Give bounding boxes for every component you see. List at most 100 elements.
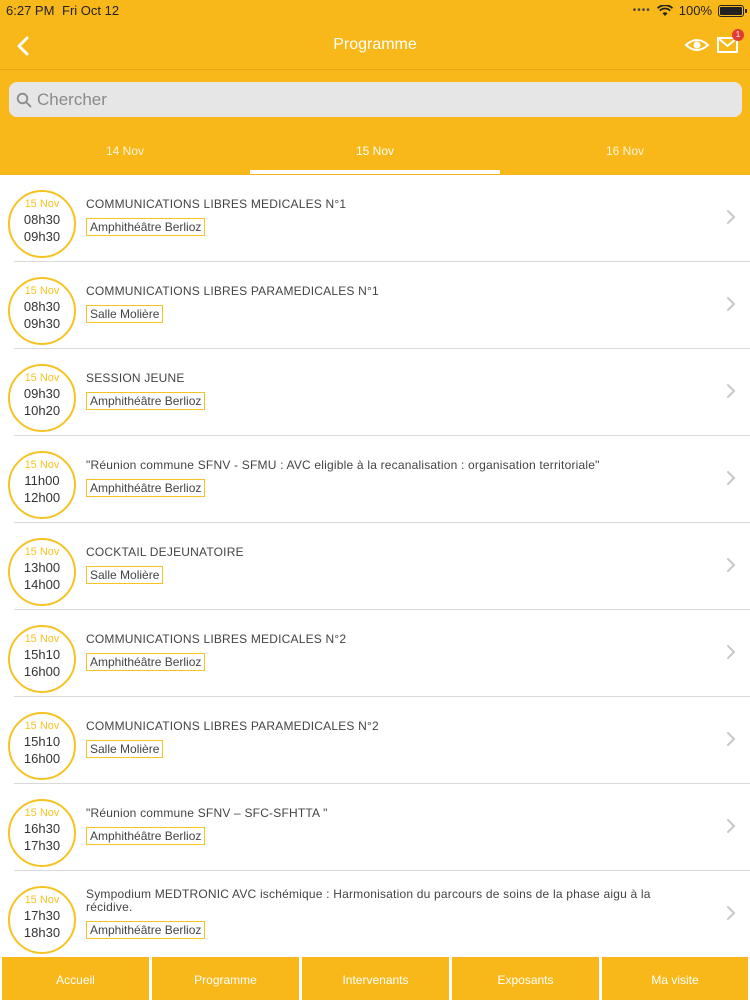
session-date: 15 Nov (24, 894, 60, 906)
page-title: Programme (333, 36, 417, 53)
chevron-right-icon (727, 558, 736, 572)
session-time-badge: 15 Nov 11h00 12h00 (8, 451, 76, 519)
tab-14-nov[interactable]: 14 Nov (0, 130, 250, 175)
session-row[interactable]: 15 Nov 09h30 10h20 SESSION JEUNE Amphith… (0, 349, 750, 436)
session-title: COMMUNICATIONS LIBRES MEDICALES N°2 (86, 632, 347, 646)
session-end: 12h00 (23, 490, 61, 505)
session-title: SESSION JEUNE (86, 371, 185, 385)
session-room: Salle Molière (86, 305, 164, 323)
session-room: Salle Molière (86, 566, 164, 584)
session-room: Amphithéâtre Berlioz (86, 653, 206, 671)
session-room: Amphithéâtre Berlioz (86, 218, 206, 236)
session-row[interactable]: 15 Nov 11h00 12h00 "Réunion commune SFNV… (0, 436, 750, 523)
session-end: 09h30 (23, 316, 61, 331)
session-title: "Réunion commune SFNV – SFC-SFHTTA " (86, 806, 328, 820)
status-indicators: •••• 100% (632, 3, 747, 18)
status-date: Fri Oct 12 (62, 3, 120, 18)
session-row[interactable]: 15 Nov 16h30 17h30 "Réunion commune SFNV… (0, 784, 750, 871)
tab-accueil[interactable]: Accueil (2, 957, 149, 1000)
session-row[interactable]: 15 Nov 08h30 09h30 COMMUNICATIONS LIBRES… (0, 175, 750, 262)
tab-exposants[interactable]: Exposants (452, 957, 599, 1000)
session-date: 15 Nov (24, 720, 60, 732)
day-tabs: 14 Nov 15 Nov 16 Nov (0, 130, 750, 175)
chevron-right-icon (727, 906, 736, 920)
session-row[interactable]: 15 Nov 17h30 18h30 Sympodium MEDTRONIC A… (0, 871, 750, 955)
session-date: 15 Nov (24, 372, 60, 384)
session-end: 16h00 (23, 751, 61, 766)
chevron-right-icon (727, 384, 736, 398)
session-title: Sympodium MEDTRONIC AVC ischémique : Har… (86, 887, 651, 914)
search-icon (16, 92, 32, 108)
tab-ma-visite[interactable]: Ma visite (602, 957, 748, 1000)
tab-16-nov[interactable]: 16 Nov (500, 130, 750, 175)
session-time-badge: 15 Nov 13h00 14h00 (8, 538, 76, 606)
session-time-badge: 15 Nov 17h30 18h30 (8, 886, 76, 954)
session-date: 15 Nov (24, 546, 60, 558)
session-end: 16h00 (23, 664, 61, 679)
session-title: COMMUNICATIONS LIBRES PARAMEDICALES N°1 (86, 284, 379, 298)
status-bar: 6:27 PM Fri Oct 12 •••• 100% (0, 0, 750, 22)
app-header: 6:27 PM Fri Oct 12 •••• 100% Programme 1… (0, 0, 750, 175)
session-room: Salle Molière (86, 740, 164, 758)
session-start: 13h00 (23, 560, 61, 575)
session-date: 15 Nov (24, 459, 60, 471)
session-date: 15 Nov (24, 807, 60, 819)
signal-dots-icon: •••• (632, 5, 651, 16)
session-start: 08h30 (23, 299, 61, 314)
chevron-right-icon (727, 210, 736, 224)
session-title: COMMUNICATIONS LIBRES MEDICALES N°1 (86, 197, 347, 211)
session-date: 15 Nov (24, 285, 60, 297)
session-row[interactable]: 15 Nov 13h00 14h00 COCKTAIL DEJEUNATOIRE… (0, 523, 750, 610)
session-room: Amphithéâtre Berlioz (86, 921, 206, 939)
nav-bar: Programme 1 (0, 22, 750, 70)
active-tab-indicator (250, 170, 500, 174)
messages-button[interactable]: 1 (716, 29, 744, 56)
session-end: 18h30 (23, 925, 61, 940)
status-time: 6:27 PM (6, 3, 55, 18)
session-time-badge: 15 Nov 16h30 17h30 (8, 799, 76, 867)
session-start: 09h30 (23, 386, 61, 401)
session-time-badge: 15 Nov 09h30 10h20 (8, 364, 76, 432)
notification-badge: 1 (732, 29, 744, 41)
chevron-right-icon (727, 297, 736, 311)
session-start: 08h30 (23, 212, 61, 227)
view-button[interactable] (684, 34, 710, 56)
session-date: 15 Nov (24, 198, 60, 210)
session-date: 15 Nov (24, 633, 60, 645)
eye-icon (684, 39, 710, 51)
session-start: 11h00 (24, 473, 60, 488)
chevron-right-icon (727, 645, 736, 659)
session-time-badge: 15 Nov 15h10 16h00 (8, 625, 76, 693)
session-start: 15h10 (23, 647, 61, 662)
session-title: "Réunion commune SFNV - SFMU : AVC eligi… (86, 458, 600, 472)
session-end: 09h30 (23, 229, 61, 244)
search-input[interactable] (37, 82, 727, 117)
session-row[interactable]: 15 Nov 15h10 16h00 COMMUNICATIONS LIBRES… (0, 697, 750, 784)
bottom-tab-bar: Accueil Programme Intervenants Exposants… (0, 955, 750, 1000)
session-room: Amphithéâtre Berlioz (86, 479, 206, 497)
session-time-badge: 15 Nov 15h10 16h00 (8, 712, 76, 780)
search-bar (9, 82, 742, 117)
session-start: 16h30 (23, 821, 61, 836)
session-time-badge: 15 Nov 08h30 09h30 (8, 190, 76, 258)
session-row[interactable]: 15 Nov 08h30 09h30 COMMUNICATIONS LIBRES… (0, 262, 750, 349)
chevron-right-icon (727, 819, 736, 833)
session-row[interactable]: 15 Nov 15h10 16h00 COMMUNICATIONS LIBRES… (0, 610, 750, 697)
session-end: 14h00 (23, 577, 61, 592)
session-list: 15 Nov 08h30 09h30 COMMUNICATIONS LIBRES… (0, 175, 750, 955)
chevron-right-icon (727, 471, 736, 485)
session-room: Amphithéâtre Berlioz (86, 392, 206, 410)
session-end: 17h30 (23, 838, 61, 853)
session-title: COCKTAIL DEJEUNATOIRE (86, 545, 244, 559)
session-title: COMMUNICATIONS LIBRES PARAMEDICALES N°2 (86, 719, 379, 733)
session-start: 15h10 (23, 734, 61, 749)
session-start: 17h30 (23, 908, 61, 923)
tab-15-nov[interactable]: 15 Nov (250, 130, 500, 175)
tab-intervenants[interactable]: Intervenants (302, 957, 449, 1000)
session-end: 10h20 (23, 403, 61, 418)
wifi-icon (656, 4, 673, 16)
chevron-right-icon (727, 732, 736, 746)
tab-programme[interactable]: Programme (152, 957, 299, 1000)
battery-percent: 100% (678, 3, 712, 18)
battery-icon (718, 4, 747, 17)
